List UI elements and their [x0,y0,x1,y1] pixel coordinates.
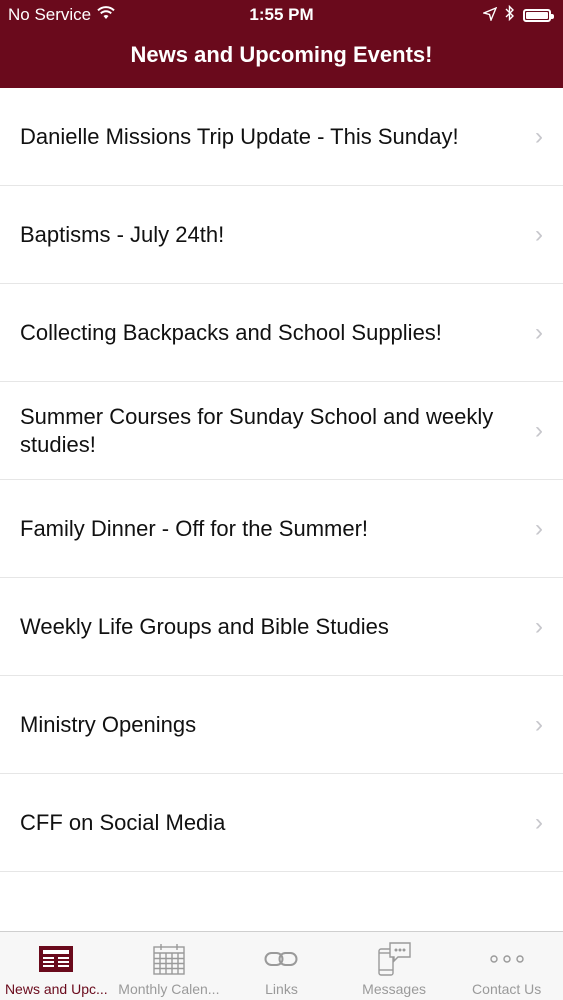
list-item[interactable]: Collecting Backpacks and School Supplies… [0,284,563,382]
list-item-label: Collecting Backpacks and School Supplies… [20,319,442,345]
list-item-label: Ministry Openings [20,711,197,737]
tab-contact[interactable]: Contact Us [450,932,563,1000]
list-item-label: CFF on Social Media [20,809,226,835]
tab-bar: News and Upc... Monthly Calen... Links M… [0,931,563,1000]
status-time: 1:55 PM [249,5,314,24]
header-bar: No Service 1:55 PM News and Upcoming Eve… [0,0,563,88]
more-icon [489,941,525,977]
chevron-right-icon: › [535,416,543,444]
chevron-right-icon: › [535,710,543,738]
list-item-label: Baptisms - July 24th! [20,221,225,247]
chevron-right-icon: › [535,612,543,640]
list-item-label: Weekly Life Groups and Bible Studies [20,613,389,639]
news-list: Danielle Missions Trip Update - This Sun… [0,88,563,872]
tab-label: Monthly Calen... [118,981,220,997]
chevron-right-icon: › [535,122,543,150]
tab-messages[interactable]: Messages [338,932,451,1000]
list-item[interactable]: Baptisms - July 24th! › [0,186,563,284]
tab-label: News and Upc... [4,981,108,997]
chevron-right-icon: › [535,220,543,248]
status-icons [481,4,554,26]
chevron-right-icon: › [535,318,543,346]
status-bar: No Service 1:55 PM [0,0,563,30]
tab-links[interactable]: Links [225,932,338,1000]
location-arrow-icon [481,6,498,26]
list-item[interactable]: Danielle Missions Trip Update - This Sun… [0,88,563,186]
chevron-right-icon: › [535,808,543,836]
list-item-label: Summer Courses for Sunday School and wee… [20,403,494,457]
tab-label: Messages [362,981,426,997]
list-item[interactable]: CFF on Social Media › [0,774,563,872]
list-item[interactable]: Weekly Life Groups and Bible Studies › [0,578,563,676]
page-title: News and Upcoming Events! [130,42,433,67]
chevron-right-icon: › [535,514,543,542]
calendar-icon [152,941,186,977]
list-item-label: Family Dinner - Off for the Summer! [20,515,369,541]
tab-label: Contact Us [472,981,542,997]
tab-calendar[interactable]: Monthly Calen... [113,932,226,1000]
link-icon [264,941,298,977]
battery-icon [523,9,554,22]
list-item-label: Danielle Missions Trip Update - This Sun… [20,123,459,149]
list-item[interactable]: Summer Courses for Sunday School and wee… [0,382,563,480]
tab-label: Links [265,981,298,997]
list-item[interactable]: Ministry Openings › [0,676,563,774]
list-item[interactable]: Family Dinner - Off for the Summer! › [0,480,563,578]
tab-news[interactable]: News and Upc... [0,932,113,1000]
newspaper-icon [38,941,74,977]
phone-chat-icon [376,941,412,977]
bluetooth-icon [505,4,515,26]
